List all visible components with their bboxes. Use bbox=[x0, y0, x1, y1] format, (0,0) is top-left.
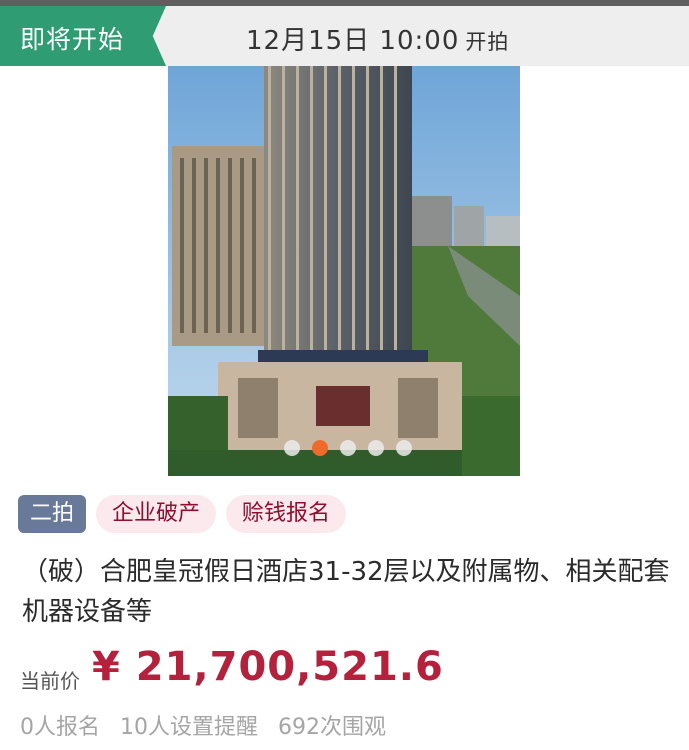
carousel-dot[interactable] bbox=[284, 440, 300, 456]
price-label: 当前价 bbox=[20, 669, 80, 693]
category-tag[interactable]: 企业破产 bbox=[96, 495, 217, 533]
carousel-dot-active[interactable] bbox=[312, 440, 328, 456]
signup-mode-tag[interactable]: 赊钱报名 bbox=[226, 495, 347, 533]
signup-count: 0人报名 bbox=[20, 715, 100, 740]
stats-row: 0人报名 10人设置提醒 692次围观 bbox=[20, 709, 386, 741]
carousel-dots bbox=[168, 440, 520, 456]
start-time: 12月15日 10:00 开拍 bbox=[246, 20, 509, 57]
view-count: 692次围观 bbox=[278, 715, 386, 740]
carousel-dot[interactable] bbox=[368, 440, 384, 456]
carousel-dot[interactable] bbox=[396, 440, 412, 456]
carousel-dot[interactable] bbox=[340, 440, 356, 456]
start-time-value: 12月15日 10:00 bbox=[246, 26, 460, 56]
tag-row: 二拍 企业破产 赊钱报名 bbox=[18, 495, 347, 533]
status-label: 即将开始 bbox=[20, 25, 125, 54]
item-title: （破）合肥皇冠假日酒店31-32层以及附属物、相关配套机器设备等 bbox=[22, 557, 670, 627]
current-price: ¥ 21,700,521.6 bbox=[92, 644, 444, 690]
status-tag: 即将开始 bbox=[0, 6, 166, 66]
reminder-count: 10人设置提醒 bbox=[120, 715, 258, 740]
start-time-suffix: 开拍 bbox=[465, 30, 510, 54]
round-badge: 二拍 bbox=[18, 495, 87, 533]
auction-photo[interactable] bbox=[168, 66, 520, 476]
hotel-building-image bbox=[168, 66, 520, 476]
